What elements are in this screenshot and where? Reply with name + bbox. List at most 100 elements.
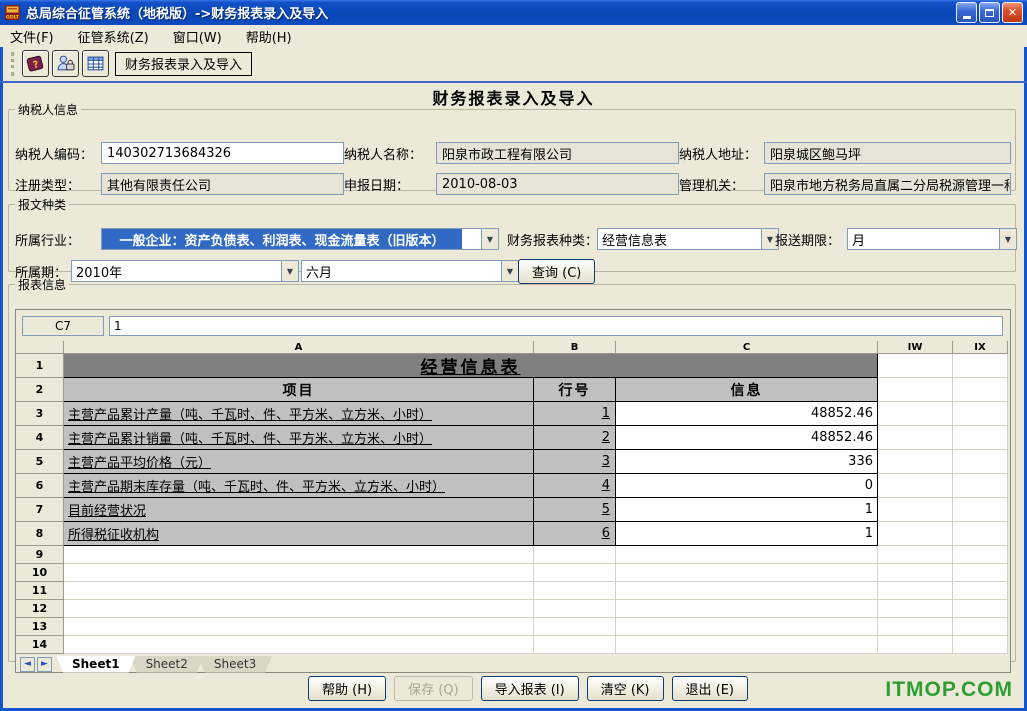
footer-button[interactable]: 保存 (Q)	[394, 676, 473, 701]
value-cell[interactable]: 0	[616, 474, 878, 498]
grid-cell[interactable]	[616, 600, 878, 618]
grid-cell[interactable]	[64, 546, 534, 564]
header-info-cell[interactable]: 信息	[616, 378, 878, 402]
value-cell[interactable]: 48852.46	[616, 402, 878, 426]
header-item-cell[interactable]: 项目	[64, 378, 534, 402]
footer-button[interactable]: 清空 (K)	[587, 676, 664, 701]
grid-cell[interactable]	[878, 402, 953, 426]
menu-item[interactable]: 帮助(H)	[246, 27, 292, 46]
term-combobox[interactable]: 月 ▼	[847, 228, 1017, 250]
line-number-cell[interactable]: 2	[534, 426, 616, 450]
column-header-b[interactable]: B	[534, 341, 616, 354]
minimize-button[interactable]	[956, 2, 977, 23]
row-header[interactable]: 10	[16, 564, 64, 582]
item-cell[interactable]: 主营产品累计销量（吨、千瓦时、件、平方米、立方米、小时）	[64, 426, 534, 450]
item-cell[interactable]: 主营产品累计产量（吨、千瓦时、件、平方米、立方米、小时）	[64, 402, 534, 426]
grid-cell[interactable]	[534, 546, 616, 564]
row-header[interactable]: 3	[16, 402, 64, 426]
row-header[interactable]: 4	[16, 426, 64, 450]
grid-corner[interactable]	[16, 341, 64, 354]
grid-cell[interactable]	[878, 426, 953, 450]
column-header-c[interactable]: C	[616, 341, 878, 354]
line-number-cell[interactable]: 4	[534, 474, 616, 498]
module-tab[interactable]: 财务报表录入及导入	[115, 52, 252, 76]
row-header[interactable]: 12	[16, 600, 64, 618]
grid-cell[interactable]	[534, 582, 616, 600]
chevron-down-icon[interactable]: ▼	[999, 229, 1016, 249]
field-value[interactable]: 2010-08-03	[436, 173, 679, 195]
grid-cell[interactable]	[878, 474, 953, 498]
table-title-cell[interactable]: 经营信息表	[64, 354, 878, 378]
footer-button[interactable]: 帮助 (H)	[308, 676, 386, 701]
term-value[interactable]: 月	[848, 229, 999, 249]
grid-cell[interactable]	[878, 378, 953, 402]
grid-cell[interactable]	[878, 600, 953, 618]
field-value[interactable]: 阳泉城区鲍马坪	[764, 142, 1011, 164]
grid-cell[interactable]	[953, 450, 1008, 474]
grid-cell[interactable]	[878, 564, 953, 582]
grid-cell[interactable]	[878, 450, 953, 474]
grid-cell[interactable]	[953, 546, 1008, 564]
grid-cell[interactable]	[878, 618, 953, 636]
item-cell[interactable]: 目前经营状况	[64, 498, 534, 522]
grid-cell[interactable]	[953, 498, 1008, 522]
grid-cell[interactable]	[953, 402, 1008, 426]
row-header[interactable]: 2	[16, 378, 64, 402]
line-number-cell[interactable]: 3	[534, 450, 616, 474]
grid-cell[interactable]	[878, 546, 953, 564]
item-cell[interactable]: 主营产品平均价格（元）	[64, 450, 534, 474]
grid-cell[interactable]	[534, 636, 616, 654]
item-cell[interactable]: 所得税征收机构	[64, 522, 534, 546]
item-cell[interactable]: 主营产品期末库存量（吨、千瓦时、件、平方米、立方米、小时）	[64, 474, 534, 498]
column-header-ix[interactable]: IX	[953, 341, 1008, 354]
grid-cell[interactable]	[953, 426, 1008, 450]
row-header[interactable]: 8	[16, 522, 64, 546]
industry-combobox[interactable]: 一般企业：资产负债表、利润表、现金流量表（旧版本） ▼	[101, 228, 499, 250]
grid-cell[interactable]	[878, 354, 953, 378]
grid-cell[interactable]	[616, 546, 878, 564]
grid-cell[interactable]	[878, 582, 953, 600]
industry-selected-value[interactable]: 一般企业：资产负债表、利润表、现金流量表（旧版本）	[102, 229, 462, 249]
row-header[interactable]: 1	[16, 354, 64, 378]
line-number-cell[interactable]: 6	[534, 522, 616, 546]
grid-cell[interactable]	[953, 474, 1008, 498]
column-header-iw[interactable]: IW	[878, 341, 953, 354]
grid-cell[interactable]	[616, 636, 878, 654]
menu-item[interactable]: 文件(F)	[10, 27, 54, 46]
restore-button[interactable]	[979, 2, 1000, 23]
grid-cell[interactable]	[616, 618, 878, 636]
spreadsheet-button[interactable]	[82, 50, 109, 77]
row-header[interactable]: 14	[16, 636, 64, 654]
grid-cell[interactable]	[64, 582, 534, 600]
help-book-button[interactable]: ?	[22, 50, 49, 77]
grid-cell[interactable]	[534, 600, 616, 618]
field-value[interactable]: 140302713684326	[101, 142, 344, 164]
report-kind-combobox[interactable]: 经营信息表 ▼	[597, 228, 779, 250]
grid-cell[interactable]	[953, 618, 1008, 636]
report-kind-value[interactable]: 经营信息表	[598, 229, 761, 249]
sheet-tab[interactable]: Sheet3	[198, 656, 272, 673]
row-header[interactable]: 6	[16, 474, 64, 498]
line-number-cell[interactable]: 5	[534, 498, 616, 522]
grid-cell[interactable]	[953, 564, 1008, 582]
line-number-cell[interactable]: 1	[534, 402, 616, 426]
row-header[interactable]: 7	[16, 498, 64, 522]
value-cell[interactable]: 1	[616, 522, 878, 546]
close-button[interactable]: ✕	[1002, 2, 1023, 23]
tab-scroll-left-button[interactable]: ◄	[20, 657, 35, 672]
field-value[interactable]: 其他有限责任公司	[101, 173, 344, 195]
grid-cell[interactable]	[953, 582, 1008, 600]
grid-cell[interactable]	[953, 636, 1008, 654]
grid-cell[interactable]	[953, 522, 1008, 546]
grid-cell[interactable]	[878, 636, 953, 654]
grid-cell[interactable]	[64, 618, 534, 636]
footer-button[interactable]: 退出 (E)	[672, 676, 749, 701]
header-line-cell[interactable]: 行号	[534, 378, 616, 402]
formula-input[interactable]	[109, 316, 1003, 336]
grid-cell[interactable]	[64, 600, 534, 618]
chevron-down-icon[interactable]: ▼	[481, 229, 498, 249]
value-cell[interactable]: 48852.46	[616, 426, 878, 450]
sheet-tab[interactable]: Sheet1	[56, 656, 136, 673]
grid-cell[interactable]	[878, 522, 953, 546]
menu-item[interactable]: 征管系统(Z)	[78, 27, 149, 46]
